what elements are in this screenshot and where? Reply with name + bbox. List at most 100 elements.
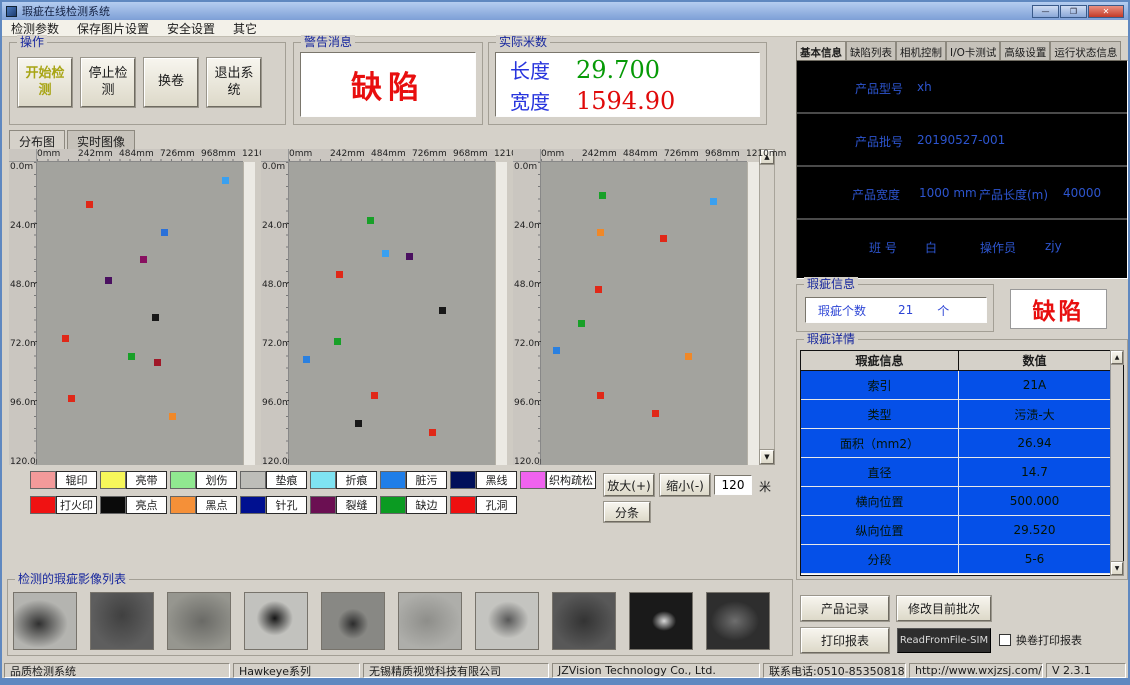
defect-marker[interactable] <box>336 271 343 278</box>
defect-marker[interactable] <box>161 229 168 236</box>
reprint-checkbox[interactable] <box>999 634 1011 646</box>
defect-marker[interactable] <box>154 359 161 366</box>
defect-marker[interactable] <box>595 286 602 293</box>
op-button[interactable]: 开始检测 <box>18 58 72 107</box>
defect-marker[interactable] <box>86 201 93 208</box>
y-tick-label: 48.0m <box>514 280 543 290</box>
legend-row-2: 打火印亮点黑点针孔裂缝缺边孔洞 <box>30 496 599 514</box>
defect-thumbnail[interactable] <box>629 592 693 650</box>
plot-area: ▲ ▼ 0mm242mm484mm726mm968mm1210mm0.0m24.… <box>9 149 775 465</box>
defect-marker[interactable] <box>152 314 159 321</box>
defect-thumbnail[interactable] <box>244 592 308 650</box>
defect-marker[interactable] <box>597 392 604 399</box>
maximize-icon[interactable]: ❐ <box>1060 5 1087 18</box>
defect-marker[interactable] <box>439 307 446 314</box>
defect-thumbnail[interactable] <box>167 592 231 650</box>
operation-group-label: 操作 <box>17 35 47 49</box>
defect-summary-group-label: 瑕疵信息 <box>804 277 858 291</box>
table-scroll-up-icon[interactable]: ▲ <box>1111 351 1123 364</box>
panel-scrollbar[interactable] <box>243 162 255 465</box>
table-row[interactable]: 纵向位置29.520 <box>801 516 1123 545</box>
menu-item[interactable]: 检测参数 <box>2 20 68 36</box>
defect-marker[interactable] <box>599 192 606 199</box>
split-button[interactable]: 分条 <box>604 502 650 522</box>
plot-canvas[interactable] <box>289 162 495 465</box>
menu-item[interactable]: 安全设置 <box>158 20 224 36</box>
op-button[interactable]: 退出系统 <box>207 58 261 107</box>
gallery-group: 检测的瑕疵影像列表 <box>7 579 793 656</box>
defect-marker[interactable] <box>685 353 692 360</box>
defect-marker[interactable] <box>303 356 310 363</box>
defect-alarm-text: 缺陷 <box>1033 292 1085 326</box>
plot-canvas[interactable] <box>37 162 243 465</box>
defect-marker[interactable] <box>222 177 229 184</box>
defect-marker[interactable] <box>169 413 176 420</box>
defect-thumbnail[interactable] <box>475 592 539 650</box>
plot-canvas[interactable] <box>541 162 747 465</box>
defect-marker[interactable] <box>105 277 112 284</box>
defect-marker[interactable] <box>355 420 362 427</box>
product-record-button[interactable]: 产品记录 <box>801 596 889 621</box>
defect-thumbnail[interactable] <box>90 592 154 650</box>
right-tab[interactable]: I/O卡测试 <box>946 41 1000 60</box>
defect-thumbnail[interactable] <box>552 592 616 650</box>
right-tab[interactable]: 运行状态信息 <box>1050 41 1121 60</box>
defect-thumbnail[interactable] <box>321 592 385 650</box>
defect-marker[interactable] <box>652 410 659 417</box>
minimize-icon[interactable]: — <box>1032 5 1059 18</box>
table-scroll-down-icon[interactable]: ▼ <box>1111 562 1123 575</box>
read-from-file-button[interactable]: ReadFromFile-SIM <box>897 628 991 653</box>
table-row[interactable]: 类型污渍-大 <box>801 400 1123 429</box>
right-tab[interactable]: 相机控制 <box>896 41 946 60</box>
table-scrollbar[interactable]: ▲ ▼ <box>1110 351 1123 575</box>
defect-thumbnail[interactable] <box>706 592 770 650</box>
defect-marker[interactable] <box>371 392 378 399</box>
scroll-down-icon[interactable]: ▼ <box>760 450 774 464</box>
close-icon[interactable]: ✕ <box>1088 5 1124 18</box>
defect-marker[interactable] <box>429 429 436 436</box>
defect-marker[interactable] <box>334 338 341 345</box>
right-tab[interactable]: 基本信息 <box>796 41 846 60</box>
menu-item[interactable]: 保存图片设置 <box>68 20 158 36</box>
legend-label: 织构疏松 <box>546 471 596 489</box>
plot-vertical-scrollbar[interactable]: ▲ ▼ <box>759 149 775 465</box>
print-report-button[interactable]: 打印报表 <box>801 628 889 653</box>
table-row[interactable]: 横向位置500.000 <box>801 487 1123 516</box>
legend-item: 孔洞 <box>450 496 517 514</box>
op-button[interactable]: 停止检测 <box>81 58 135 107</box>
table-row[interactable]: 直径14.7 <box>801 458 1123 487</box>
defect-thumbnail[interactable] <box>398 592 462 650</box>
panel-scrollbar[interactable] <box>747 162 759 465</box>
title-bar[interactable]: 瑕疵在线检测系统 — ❐ ✕ <box>2 2 1128 20</box>
defect-marker[interactable] <box>406 253 413 260</box>
right-tab[interactable]: 高级设置 <box>1000 41 1050 60</box>
panel-scrollbar[interactable] <box>495 162 507 465</box>
defect-marker[interactable] <box>140 256 147 263</box>
defect-marker[interactable] <box>367 217 374 224</box>
defect-thumbnail[interactable] <box>13 592 77 650</box>
defect-marker[interactable] <box>553 347 560 354</box>
zoom-out-button[interactable]: 缩小(-) <box>660 474 710 496</box>
defect-marker[interactable] <box>710 198 717 205</box>
defect-marker[interactable] <box>62 335 69 342</box>
defect-marker[interactable] <box>68 395 75 402</box>
table-row[interactable]: 面积（mm2）26.94 <box>801 429 1123 458</box>
status-segment: JZVision Technology Co., Ltd. <box>552 663 760 678</box>
table-header-row: 瑕疵信息 数值 <box>801 351 1123 371</box>
op-button[interactable]: 换卷 <box>144 58 198 107</box>
right-tab[interactable]: 缺陷列表 <box>846 41 896 60</box>
length-unit-label: 米 <box>759 478 771 495</box>
defect-marker[interactable] <box>128 353 135 360</box>
menu-item[interactable]: 其它 <box>224 20 266 36</box>
defect-marker[interactable] <box>382 250 389 257</box>
table-row[interactable]: 索引21A <box>801 371 1123 400</box>
plot-panel: 0mm242mm484mm726mm968mm1210mm0.0m24.0m48… <box>9 149 255 465</box>
defect-marker[interactable] <box>660 235 667 242</box>
modify-batch-button[interactable]: 修改目前批次 <box>897 596 991 621</box>
defect-marker[interactable] <box>578 320 585 327</box>
defect-marker[interactable] <box>597 229 604 236</box>
table-row[interactable]: 分段5-6 <box>801 545 1123 574</box>
app-window: 瑕疵在线检测系统 — ❐ ✕ 检测参数保存图片设置安全设置其它 操作 开始检测停… <box>0 0 1130 685</box>
length-scale-input[interactable] <box>714 475 752 495</box>
zoom-in-button[interactable]: 放大(+) <box>604 474 654 496</box>
